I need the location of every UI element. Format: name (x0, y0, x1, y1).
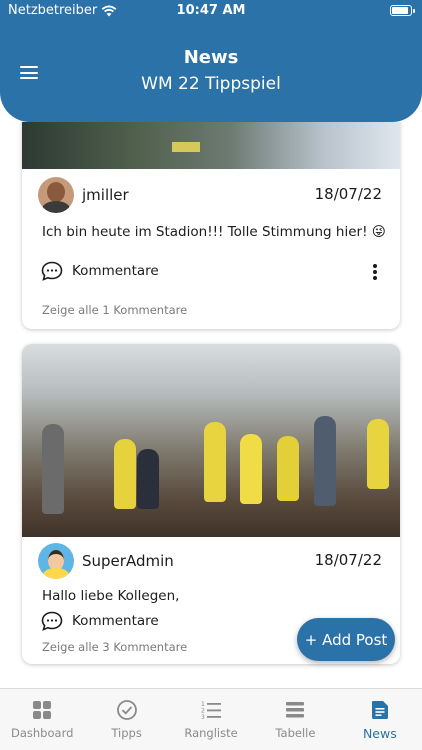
tab-tabelle[interactable]: Tabelle (253, 689, 337, 750)
tab-label: Dashboard (11, 726, 74, 740)
tab-label: Rangliste (184, 726, 238, 740)
tab-dashboard[interactable]: Dashboard (0, 689, 84, 750)
grid-icon (33, 701, 52, 719)
avatar (38, 543, 74, 579)
svg-text:3: 3 (201, 714, 205, 721)
tab-rangliste[interactable]: 1 2 3 Rangliste (169, 689, 253, 750)
status-time: 10:47 AM (176, 3, 246, 18)
battery-icon (390, 5, 415, 16)
post-username: jmiller (82, 186, 129, 204)
ranked-list-icon: 1 2 3 (201, 701, 222, 721)
news-icon (371, 701, 388, 719)
post-date: 18/07/22 (314, 551, 382, 569)
app-header: Netzbetreiber 10:47 AM News WM 22 Tippsp… (0, 0, 422, 122)
page-title: News (183, 47, 239, 68)
comments-button[interactable]: Kommentare (41, 261, 159, 281)
post-author: SuperAdmin (38, 542, 174, 580)
comments-label: Kommentare (72, 263, 159, 279)
more-vertical-icon (373, 264, 377, 268)
comment-bubble-icon (41, 611, 63, 631)
status-bar: Netzbetreiber 10:47 AM (0, 0, 422, 22)
bottom-tab-bar: Dashboard Tipps 1 2 3 Rangliste Tabelle … (0, 688, 422, 750)
post-username: SuperAdmin (82, 552, 174, 570)
tab-label: Tipps (111, 726, 142, 740)
post-text: Ich bin heute im Stadion!!! Tolle Stimmu… (42, 224, 386, 240)
show-all-comments-link[interactable]: Zeige alle 3 Kommentare (42, 640, 187, 654)
tab-label: News (362, 726, 397, 741)
check-circle-icon (116, 700, 137, 720)
page-subtitle: WM 22 Tippspiel (141, 74, 281, 94)
avatar (38, 177, 74, 213)
comments-label: Kommentare (72, 613, 159, 629)
post-image[interactable] (22, 344, 400, 537)
comment-bubble-icon (41, 261, 63, 281)
post-image[interactable] (22, 122, 400, 169)
news-feed[interactable]: jmiller 18/07/22 Ich bin heute im Stadio… (0, 122, 422, 688)
post-card: SuperAdmin 18/07/22 Hallo liebe Kollegen… (22, 344, 400, 664)
add-post-button[interactable]: + Add Post (297, 618, 395, 661)
table-icon (286, 702, 305, 718)
tab-label: Tabelle (275, 726, 316, 740)
post-text: Hallo liebe Kollegen, (42, 588, 180, 604)
comments-button[interactable]: Kommentare (41, 611, 159, 631)
post-date: 18/07/22 (314, 185, 382, 203)
post-author: jmiller (38, 176, 129, 214)
tab-tipps[interactable]: Tipps (84, 689, 168, 750)
post-card: jmiller 18/07/22 Ich bin heute im Stadio… (22, 122, 400, 329)
show-all-comments-link[interactable]: Zeige alle 1 Kommentare (42, 303, 187, 317)
tab-news[interactable]: News (338, 689, 422, 750)
more-options-button[interactable] (370, 263, 380, 281)
